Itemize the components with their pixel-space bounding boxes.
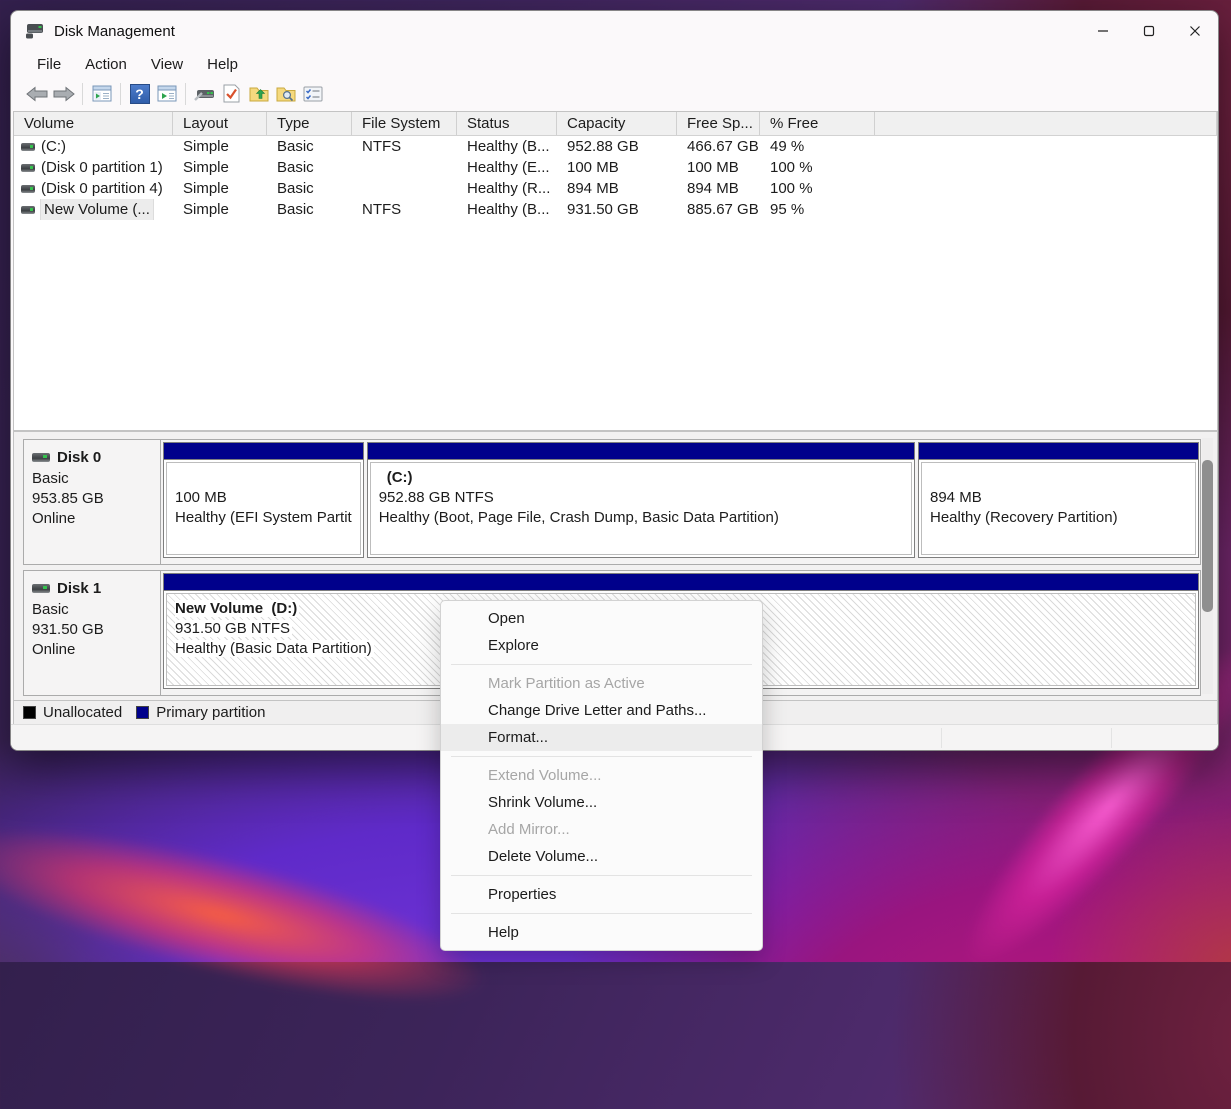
primary-partition-bar — [919, 443, 1198, 460]
menu-explore[interactable]: Explore — [441, 632, 762, 659]
menu-separator — [451, 756, 752, 757]
menu-action[interactable]: Action — [74, 54, 138, 75]
primary-partition-bar — [164, 574, 1198, 591]
console-tree-icon[interactable] — [88, 81, 115, 107]
column-header-capacity[interactable]: Capacity — [557, 112, 677, 135]
task-check-icon[interactable] — [218, 81, 245, 107]
disk-drive-app-icon — [25, 23, 45, 39]
primary-partition-bar — [164, 443, 363, 460]
menu-add-mirror: Add Mirror... — [441, 816, 762, 843]
toolbar-separator — [185, 83, 186, 105]
menu-mark-partition-active: Mark Partition as Active — [441, 670, 762, 697]
help-icon[interactable]: ? — [126, 81, 153, 107]
back-icon[interactable] — [23, 81, 50, 107]
menu-help[interactable]: Help — [196, 54, 249, 75]
titlebar[interactable]: Disk Management — [11, 11, 1218, 51]
folder-export-icon[interactable] — [245, 81, 272, 107]
partition-recovery[interactable]: 894 MB Healthy (Recovery Partition) — [918, 442, 1199, 558]
disk-0-partitions: 100 MB Healthy (EFI System Partit (C:) 9… — [161, 440, 1200, 564]
partition-c[interactable]: (C:) 952.88 GB NTFS Healthy (Boot, Page … — [367, 442, 915, 558]
menu-separator — [451, 664, 752, 665]
volume-icon — [21, 164, 35, 172]
volume-row-disk0-partition1[interactable]: (Disk 0 partition 1) Simple Basic Health… — [14, 157, 1217, 178]
menu-format[interactable]: Format... — [441, 724, 762, 751]
menu-properties[interactable]: Properties — [441, 881, 762, 908]
menu-separator — [451, 913, 752, 914]
column-header-free-space[interactable]: Free Sp... — [677, 112, 760, 135]
toolbar-separator — [120, 83, 121, 105]
toolbar-separator — [82, 83, 83, 105]
context-menu: Open Explore Mark Partition as Active Ch… — [440, 600, 763, 951]
scrollbar-thumb[interactable] — [1202, 460, 1213, 612]
maximize-button[interactable] — [1126, 11, 1172, 51]
disk-tool-icon[interactable] — [191, 81, 218, 107]
primary-partition-bar — [368, 443, 914, 460]
volume-icon — [21, 206, 35, 214]
column-header-file-system[interactable]: File System — [352, 112, 457, 135]
legend-primary-partition: Primary partition — [136, 704, 265, 721]
menu-open[interactable]: Open — [441, 605, 762, 632]
menu-help[interactable]: Help — [441, 919, 762, 946]
menu-file[interactable]: File — [26, 54, 72, 75]
primary-partition-swatch — [136, 706, 149, 719]
window-controls — [1080, 11, 1218, 51]
minimize-button[interactable] — [1080, 11, 1126, 51]
volume-list-header: Volume Layout Type File System Status Ca… — [14, 112, 1217, 136]
menu-separator — [451, 875, 752, 876]
disk-0-info[interactable]: Disk 0 Basic 953.85 GB Online — [24, 440, 161, 564]
menu-extend-volume: Extend Volume... — [441, 762, 762, 789]
vertical-scrollbar[interactable] — [1202, 438, 1213, 694]
column-header-percent-free[interactable]: % Free — [760, 112, 875, 135]
disk-1-info[interactable]: Disk 1 Basic 931.50 GB Online — [24, 571, 161, 695]
volume-list-pane: Volume Layout Type File System Status Ca… — [13, 111, 1218, 431]
volume-row-disk0-partition4[interactable]: (Disk 0 partition 4) Simple Basic Health… — [14, 178, 1217, 199]
column-header-status[interactable]: Status — [457, 112, 557, 135]
menubar: File Action View Help — [11, 51, 1218, 77]
action-pane-icon[interactable] — [153, 81, 180, 107]
column-header-layout[interactable]: Layout — [173, 112, 267, 135]
menu-shrink-volume[interactable]: Shrink Volume... — [441, 789, 762, 816]
menu-change-drive-letter[interactable]: Change Drive Letter and Paths... — [441, 697, 762, 724]
volume-icon — [21, 185, 35, 193]
disk-icon — [32, 584, 50, 593]
partition-efi[interactable]: 100 MB Healthy (EFI System Partit — [163, 442, 364, 558]
checklist-icon[interactable] — [299, 81, 326, 107]
volume-row-new-volume[interactable]: New Volume (... Simple Basic NTFS Health… — [14, 199, 1217, 220]
column-header-volume[interactable]: Volume — [14, 112, 173, 135]
menu-delete-volume[interactable]: Delete Volume... — [441, 843, 762, 870]
unallocated-swatch — [23, 706, 36, 719]
disk-0-row: Disk 0 Basic 953.85 GB Online 100 MB Hea… — [23, 439, 1201, 565]
toolbar: ? — [11, 77, 1218, 110]
forward-icon[interactable] — [50, 81, 77, 107]
legend-unallocated: Unallocated — [23, 704, 122, 721]
close-button[interactable] — [1172, 11, 1218, 51]
window-title: Disk Management — [54, 23, 175, 40]
volume-row-c[interactable]: (C:) Simple Basic NTFS Healthy (B... 952… — [14, 136, 1217, 157]
column-header-type[interactable]: Type — [267, 112, 352, 135]
volume-icon — [21, 143, 35, 151]
disk-icon — [32, 453, 50, 462]
column-header-empty — [875, 112, 1217, 135]
folder-find-icon[interactable] — [272, 81, 299, 107]
menu-view[interactable]: View — [140, 54, 194, 75]
